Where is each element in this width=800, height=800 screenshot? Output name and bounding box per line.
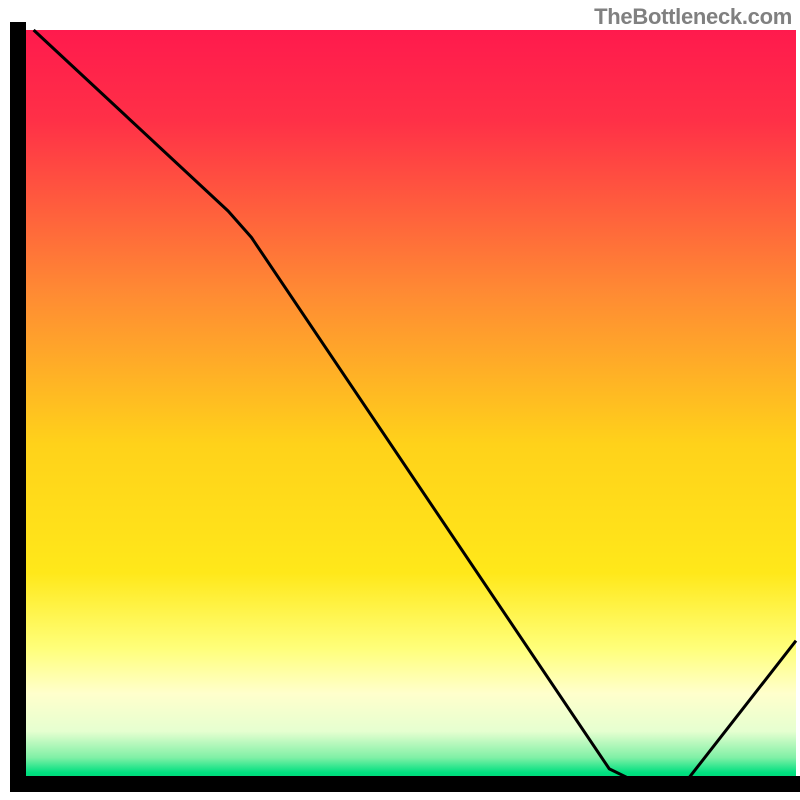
chart-background	[18, 30, 796, 784]
bottleneck-chart	[0, 0, 800, 800]
chart-container: { "attribution": "TheBottleneck.com", "c…	[0, 0, 800, 800]
